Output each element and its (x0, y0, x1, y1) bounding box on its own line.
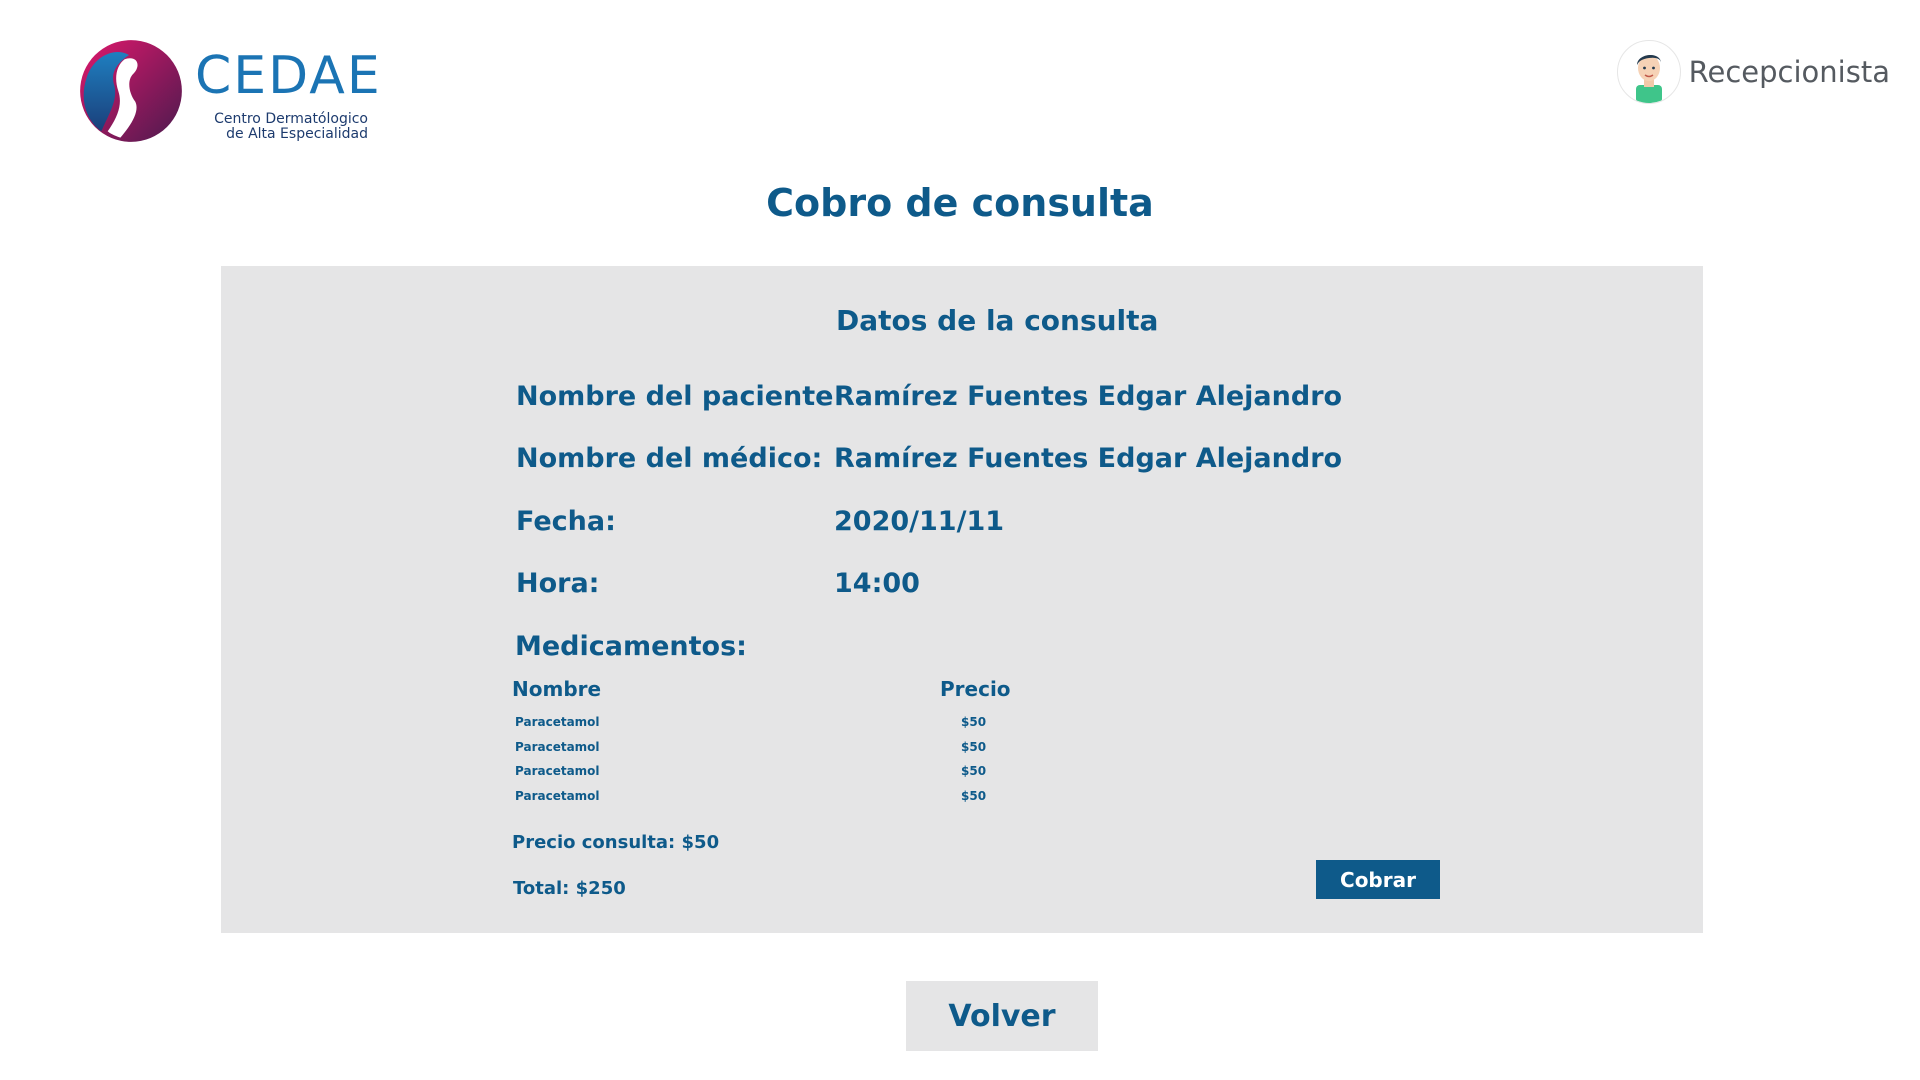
medication-name: Paracetamol (515, 764, 600, 778)
medications-list: Paracetamol $50 Paracetamol $50 Paraceta… (515, 715, 1015, 813)
medication-name: Paracetamol (515, 739, 600, 754)
medications-column-price: Precio (940, 677, 1011, 701)
medication-name: Paracetamol (515, 715, 600, 729)
medication-price: $50 (961, 764, 987, 778)
medication-name: Paracetamol (515, 788, 600, 803)
time-label: Hora: (516, 568, 600, 599)
doctor-name-label: Nombre del médico: (516, 443, 823, 474)
medication-price: $50 (961, 739, 987, 754)
logo-subtitle-line2: de Alta Especialidad (226, 126, 368, 142)
list-item: Paracetamol $50 (515, 740, 1015, 765)
date-label: Fecha: (516, 506, 616, 537)
page: CEDAE Centro Dermatólogico de Alta Espec… (0, 0, 1920, 1080)
logo-subtitle-line1: Centro Dermatólogico (214, 111, 368, 127)
list-item: Paracetamol $50 (515, 764, 1015, 789)
time-value: 14:00 (834, 568, 920, 599)
cobrar-button[interactable]: Cobrar (1316, 860, 1440, 899)
consulta-card: Datos de la consulta Nombre del paciente… (221, 266, 1703, 933)
cedae-logo-mark-icon (80, 40, 182, 142)
medications-heading: Medicamentos: (515, 631, 747, 662)
section-title: Datos de la consulta (836, 304, 1159, 337)
consultation-price: Precio consulta: $50 (512, 832, 720, 853)
user-avatar[interactable] (1616, 40, 1681, 104)
patient-name-value: Ramírez Fuentes Edgar Alejandro (834, 381, 1343, 412)
page-title: Cobro de consulta (766, 181, 1154, 225)
user-avatar-icon (1635, 54, 1662, 103)
date-value: 2020/11/11 (834, 506, 1005, 537)
medication-price: $50 (961, 715, 987, 729)
logo-title: CEDAE (195, 46, 382, 106)
user-role-label: Recepcionista (1688, 55, 1890, 89)
doctor-name-value: Ramírez Fuentes Edgar Alejandro (834, 443, 1343, 474)
medications-column-name: Nombre (512, 677, 602, 701)
volver-button[interactable]: Volver (906, 981, 1098, 1051)
user-menu[interactable]: Recepcionista (1616, 40, 1890, 104)
cedae-logo: CEDAE Centro Dermatólogico de Alta Espec… (78, 38, 380, 148)
medication-price: $50 (961, 788, 987, 803)
logo-subtitle: Centro Dermatólogico de Alta Especialida… (188, 112, 368, 142)
patient-name-label: Nombre del paciente: (516, 381, 845, 412)
total-amount: Total: $250 (513, 878, 626, 899)
list-item: Paracetamol $50 (515, 715, 1015, 740)
list-item: Paracetamol $50 (515, 789, 1015, 814)
